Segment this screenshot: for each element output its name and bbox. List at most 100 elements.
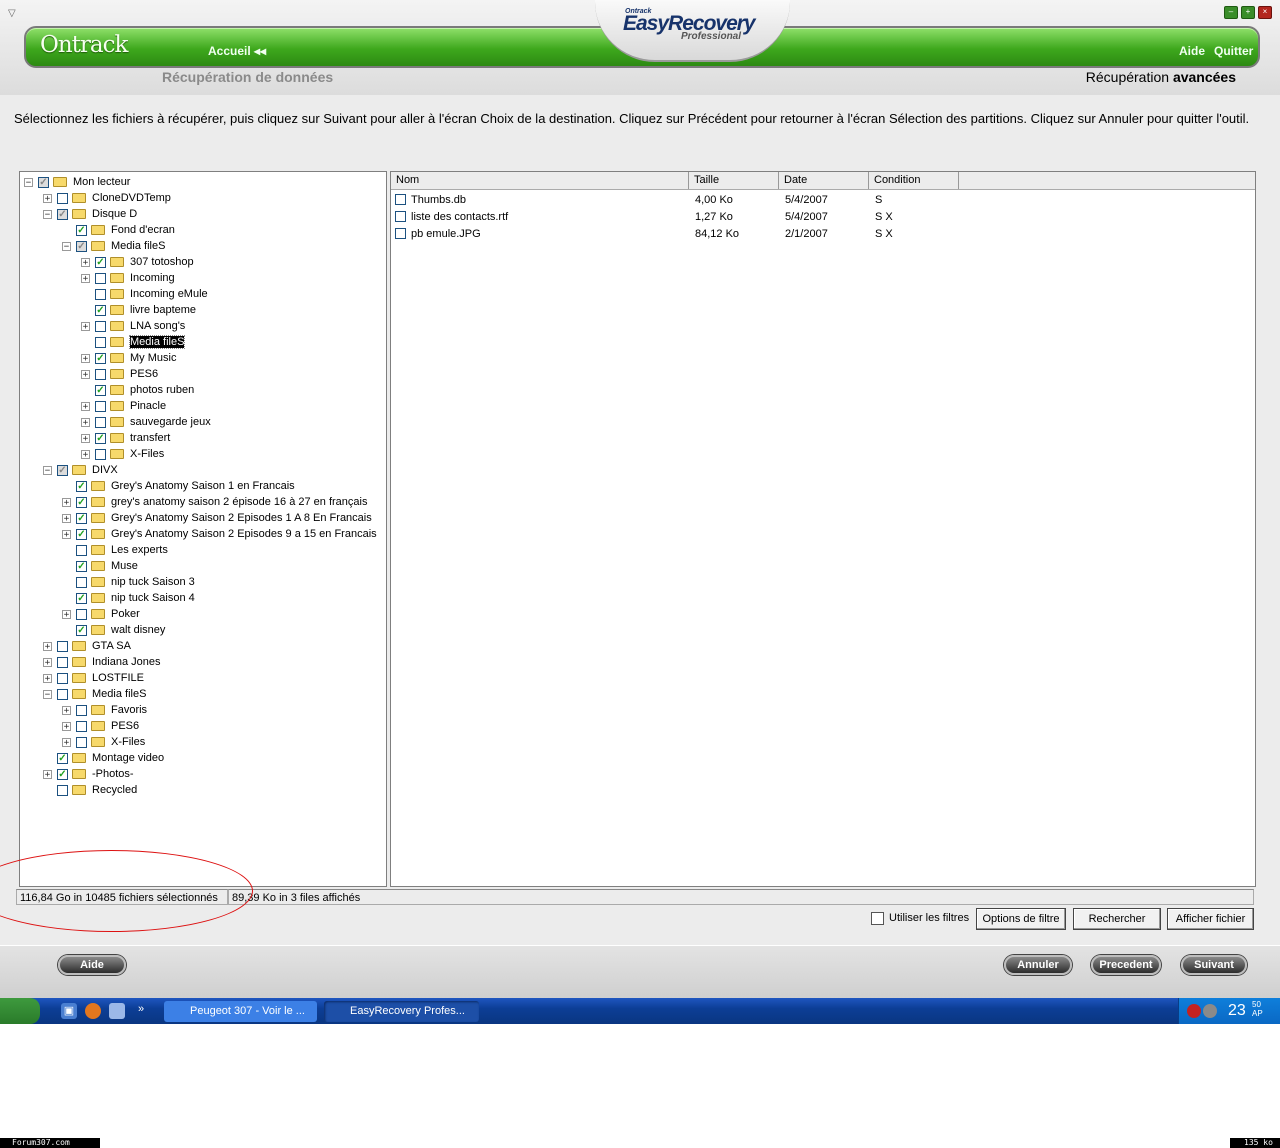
expand-icon[interactable]: + — [62, 513, 71, 523]
tree-node-label[interactable]: Pinacle — [130, 400, 166, 412]
tree-checkbox[interactable]: ✓ — [76, 480, 87, 492]
tree-node[interactable]: ✓ Fond d'ecran — [62, 222, 175, 238]
tree-node[interactable]: ✓ Grey's Anatomy Saison 1 en Francais — [62, 478, 295, 494]
tree-checkbox[interactable] — [95, 400, 106, 412]
tree-node[interactable]: + LOSTFILE — [43, 670, 144, 686]
collapse-icon[interactable]: − — [62, 241, 71, 251]
tree-node-label[interactable]: walt disney — [111, 624, 165, 636]
tree-node[interactable]: + GTA SA — [43, 638, 131, 654]
tree-node-label[interactable]: Les experts — [111, 544, 168, 556]
help-button[interactable]: Aide — [58, 955, 126, 975]
tree-checkbox[interactable]: ✓ — [76, 224, 87, 236]
tree-node-label[interactable]: nip tuck Saison 4 — [111, 592, 195, 604]
firefox-icon[interactable] — [85, 1003, 101, 1019]
tree-checkbox[interactable]: ✓ — [76, 592, 87, 604]
tree-node-label[interactable]: Disque D — [92, 208, 137, 220]
tree-node-label[interactable]: Favoris — [111, 704, 147, 716]
tree-node-label[interactable]: Recycled — [92, 784, 137, 796]
collapse-icon[interactable]: − — [24, 177, 33, 187]
minimize-icon[interactable]: – — [1224, 6, 1238, 19]
tree-node[interactable]: ✓ photos ruben — [81, 382, 194, 398]
tree-node-label[interactable]: Fond d'ecran — [111, 224, 175, 236]
tree-checkbox[interactable]: ✓ — [76, 496, 87, 508]
tree-node[interactable]: ✓ Muse — [62, 558, 138, 574]
tree-checkbox[interactable] — [57, 656, 68, 668]
tree-checkbox[interactable] — [95, 336, 106, 348]
tree-node[interactable]: ✓ Montage video — [43, 750, 164, 766]
tree-node-label[interactable]: X-Files — [111, 736, 145, 748]
tree-node-label[interactable]: PES6 — [111, 720, 139, 732]
tree-node[interactable]: + PES6 — [62, 718, 139, 734]
expand-icon[interactable]: + — [62, 721, 71, 731]
tree-checkbox[interactable] — [76, 736, 87, 748]
tree-checkbox[interactable] — [95, 320, 106, 332]
tree-checkbox[interactable] — [95, 368, 106, 380]
tree-node-label[interactable]: 307 totoshop — [130, 256, 194, 268]
tree-node[interactable]: Les experts — [62, 542, 168, 558]
expand-icon[interactable]: + — [62, 705, 71, 715]
expand-icon[interactable]: + — [43, 769, 52, 779]
expand-icon[interactable]: + — [62, 737, 71, 747]
tree-node[interactable]: + CloneDVDTemp — [43, 190, 171, 206]
tree-node[interactable]: + LNA song's — [81, 318, 185, 334]
expand-icon[interactable]: + — [81, 257, 90, 267]
tree-node-label[interactable]: Poker — [111, 608, 140, 620]
tree-node[interactable]: Media fileS — [81, 334, 186, 350]
file-row[interactable]: pb emule.JPG 84,12 Ko 2/1/2007 S X — [391, 226, 1255, 243]
tree-node-label[interactable]: transfert — [130, 432, 170, 444]
tree-node-label[interactable]: Media fileS — [111, 240, 165, 252]
column-condition[interactable]: Condition — [869, 172, 959, 189]
column-name[interactable]: Nom — [391, 172, 689, 189]
tree-checkbox[interactable] — [76, 576, 87, 588]
collapse-icon[interactable]: − — [43, 209, 52, 219]
previous-button[interactable]: Precedent — [1091, 955, 1161, 975]
expand-icon[interactable]: + — [81, 433, 90, 443]
file-row[interactable]: liste des contacts.rtf 1,27 Ko 5/4/2007 … — [391, 209, 1255, 226]
use-filters-checkbox[interactable] — [871, 912, 884, 925]
tree-node[interactable]: + Poker — [62, 606, 140, 622]
tree-node[interactable]: + ✓ 307 totoshop — [81, 254, 194, 270]
home-link[interactable]: Accueil ◂◂ — [208, 44, 266, 58]
collapse-icon[interactable]: − — [43, 689, 52, 699]
media-icon[interactable] — [109, 1003, 125, 1019]
tree-node-label[interactable]: LNA song's — [130, 320, 185, 332]
tree-checkbox[interactable] — [76, 720, 87, 732]
tree-checkbox[interactable] — [95, 416, 106, 428]
tree-checkbox[interactable]: ✓ — [57, 768, 68, 780]
tree-checkbox[interactable]: ✓ — [76, 528, 87, 540]
tree-checkbox[interactable]: ✓ — [95, 384, 106, 396]
tree-node-label[interactable]: nip tuck Saison 3 — [111, 576, 195, 588]
start-button[interactable] — [0, 998, 40, 1024]
tree-node[interactable]: + Pinacle — [81, 398, 166, 414]
tree-checkbox[interactable] — [57, 784, 68, 796]
tree-checkbox[interactable]: ✓ — [76, 512, 87, 524]
tree-checkbox[interactable]: ✓ — [57, 752, 68, 764]
desktop-icon[interactable]: ▣ — [61, 1003, 77, 1019]
tree-node-label[interactable]: Incoming eMule — [130, 288, 208, 300]
tree-checkbox[interactable]: ✓ — [95, 432, 106, 444]
tray-antivirus-icon[interactable] — [1187, 1004, 1201, 1018]
expand-icon[interactable]: + — [81, 417, 90, 427]
tree-node[interactable]: − ✓ Disque D — [43, 206, 137, 222]
tree-checkbox[interactable]: ✓ — [95, 352, 106, 364]
tree-node-label[interactable]: PES6 — [130, 368, 158, 380]
tree-checkbox[interactable] — [76, 544, 87, 556]
tree-checkbox[interactable]: ✓ — [76, 240, 87, 252]
file-checkbox[interactable] — [395, 228, 406, 239]
tree-node[interactable]: nip tuck Saison 3 — [62, 574, 195, 590]
quit-link[interactable]: Quitter — [1214, 44, 1253, 58]
tree-checkbox[interactable]: ✓ — [95, 304, 106, 316]
tree-node-label[interactable]: DIVX — [92, 464, 118, 476]
expand-icon[interactable]: + — [81, 369, 90, 379]
tree-node[interactable]: + ✓ transfert — [81, 430, 170, 446]
quicklaunch-more-icon[interactable]: » — [133, 1001, 149, 1017]
expand-icon[interactable]: + — [43, 193, 52, 203]
cancel-button[interactable]: Annuler — [1004, 955, 1072, 975]
tree-node[interactable]: + X-Files — [81, 446, 164, 462]
tree-checkbox[interactable]: ✓ — [38, 176, 49, 188]
expand-icon[interactable]: + — [62, 529, 71, 539]
tree-node-label[interactable]: GTA SA — [92, 640, 131, 652]
file-list[interactable]: Nom Taille Date Condition Thumbs.db 4,00… — [390, 171, 1256, 887]
expand-icon[interactable]: + — [43, 657, 52, 667]
expand-icon[interactable]: + — [43, 641, 52, 651]
